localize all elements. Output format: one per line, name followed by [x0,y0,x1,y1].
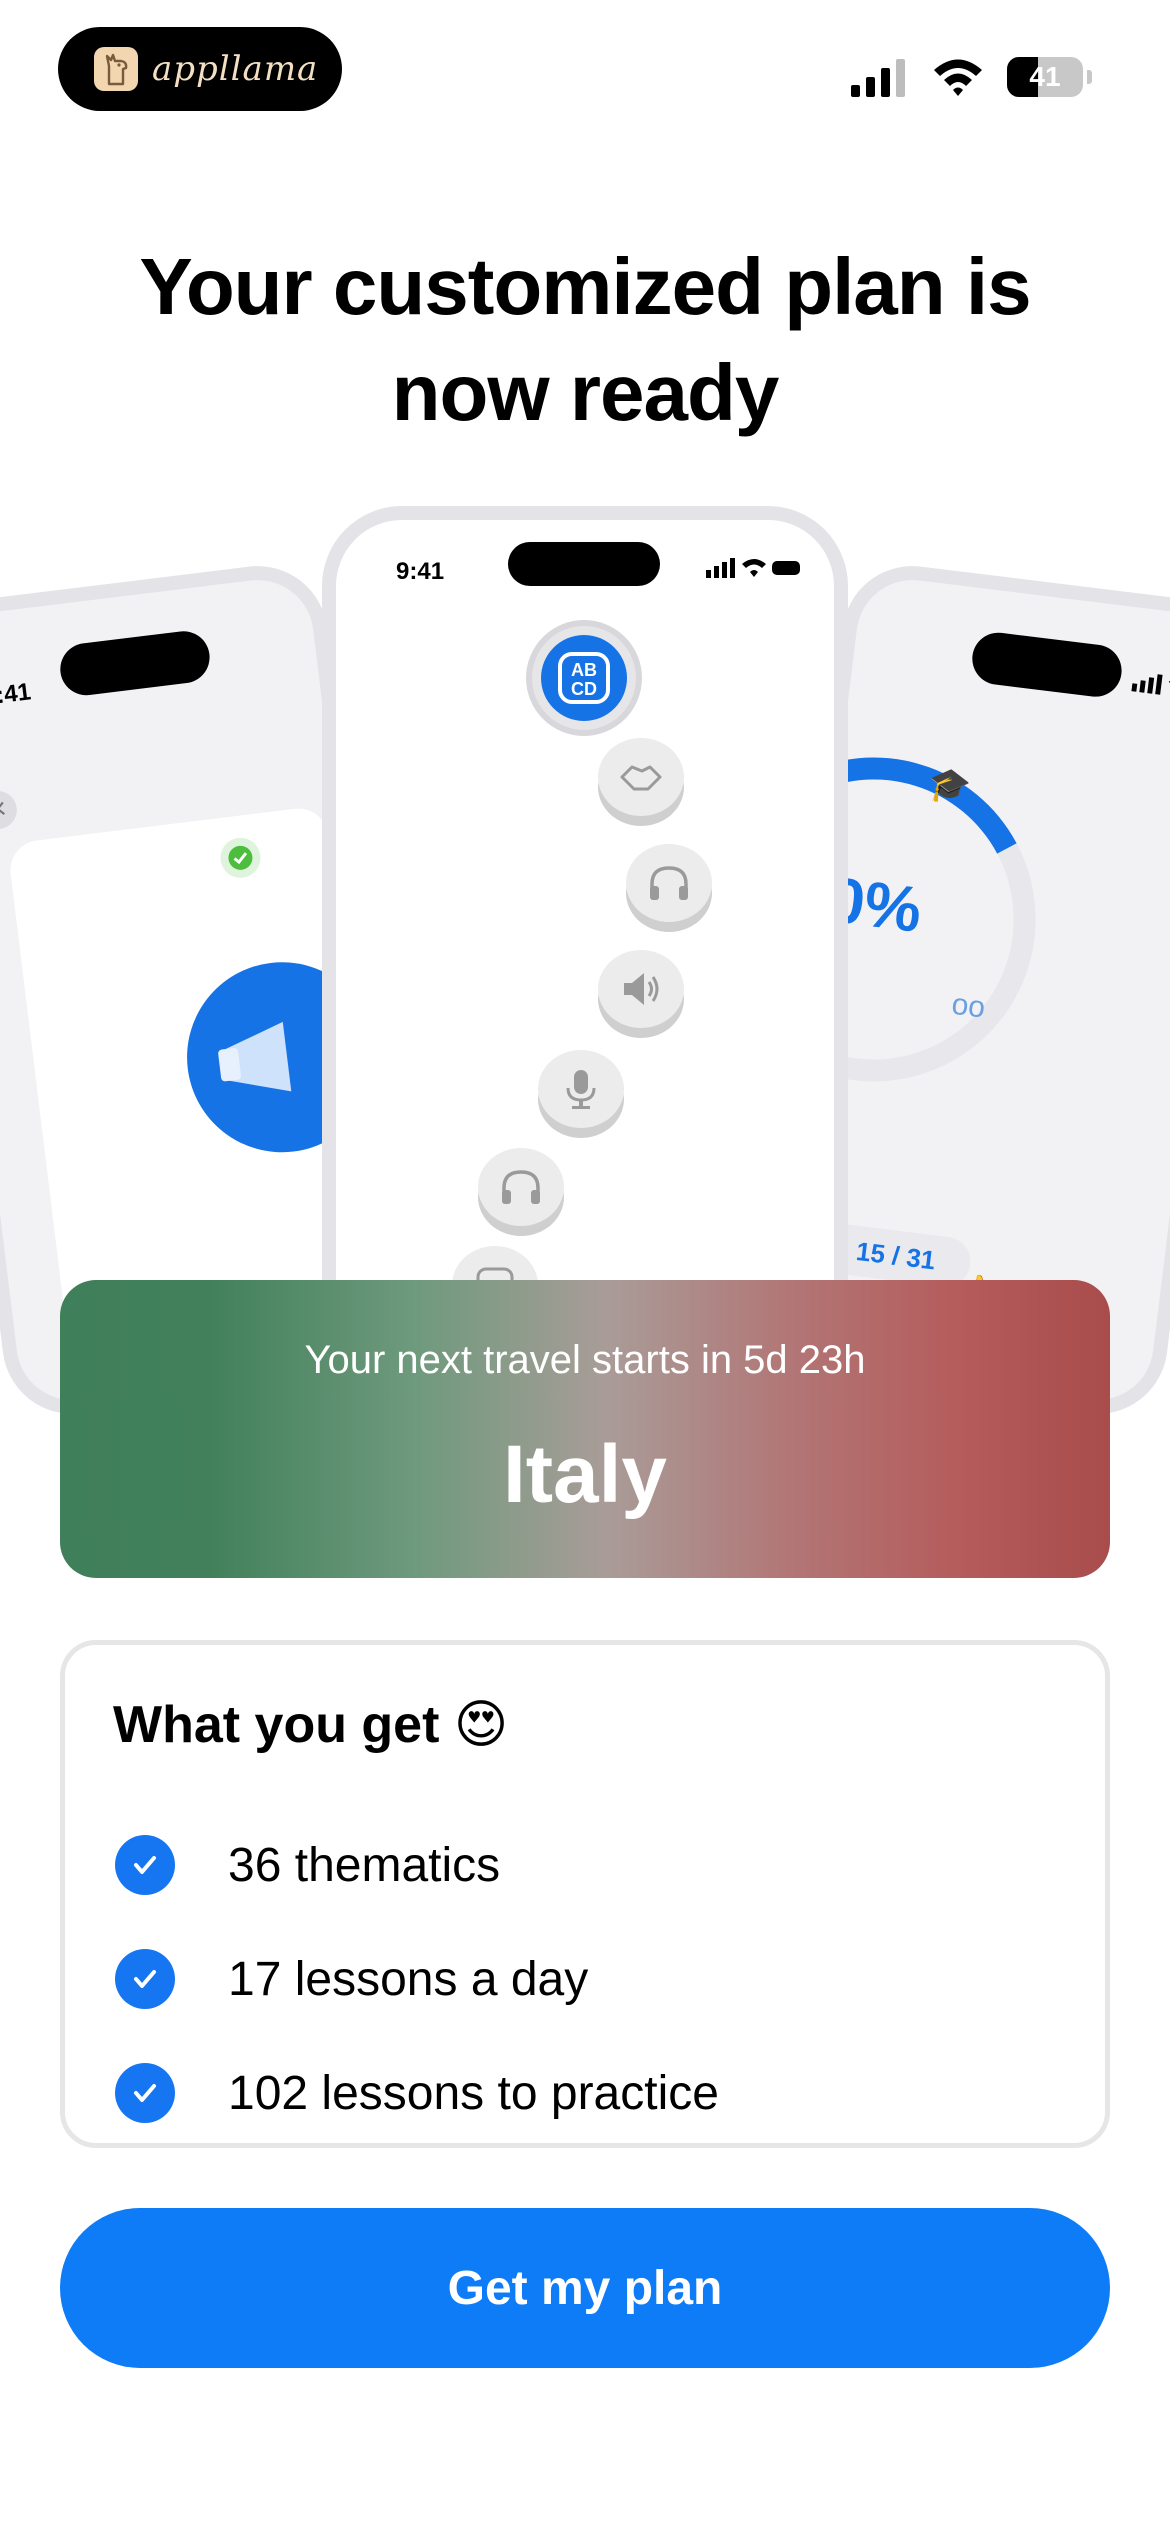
brand-name: appllama [152,49,319,89]
benefit-label: 36 thematics [228,1838,501,1892]
alphabet-icon: AB CD [541,635,627,721]
heart-eyes-emoji-icon: 😍 [453,1696,509,1754]
svg-text:AB: AB [571,660,597,680]
benefits-card: What you get 😍 36 thematics 17 lessons a… [60,1640,1110,2148]
check-badge-icon [218,835,263,881]
benefit-label: 102 lessons to practice [228,2066,719,2120]
dynamic-island-left [57,628,213,699]
travel-countdown: Your next travel starts in 5d 23h [304,1338,866,1382]
eyes-icon: oo [949,987,988,1025]
graduation-cap-icon: 🎓 [926,764,973,808]
mockup-time-left: 9:41 [0,678,33,711]
status-icons-right [1131,674,1170,697]
travel-destination: Italy [502,1429,668,1520]
checkmark-icon [115,1835,175,1895]
benefit-item: 102 lessons to practice [115,2063,719,2123]
brand-pill: appllama [58,27,342,111]
wifi-icon [934,59,982,96]
status-bar: appllama 41 [0,0,1170,150]
phone-mockup-center: 9:41 AB CD [322,506,848,1406]
battery-indicator: 41 [1007,57,1083,97]
benefits-title-text: What you get [113,1696,440,1754]
checkmark-icon [115,1949,175,2009]
page-title: Your customized plan is now ready [139,242,1031,437]
close-icon: × [0,788,19,832]
svg-text:CD: CD [571,679,597,699]
lesson-node-alphabet-active[interactable]: AB CD [526,620,642,736]
battery-level: 41 [1029,61,1061,92]
get-my-plan-button[interactable]: Get my plan [60,2208,1110,2368]
travel-banner: Your next travel starts in 5d 23h Italy [60,1280,1110,1578]
microphone-icon[interactable] [538,1050,624,1128]
headphones-icon[interactable] [478,1148,564,1226]
benefit-label: 17 lessons a day [228,1952,589,2006]
dynamic-island-right [969,629,1125,700]
llama-logo-icon [94,47,138,91]
battery-cap [1087,70,1092,84]
handshake-icon[interactable] [598,738,684,816]
mockup-time-center: 9:41 [396,558,445,585]
progress-counter: 15 / 31 [854,1235,938,1275]
cellular-signal-icon [851,59,905,97]
status-icons: 41 [849,54,1092,100]
checkmark-icon [115,2063,175,2123]
benefit-item: 17 lessons a day [115,1949,588,2009]
speaker-icon[interactable] [598,950,684,1028]
status-icons-center [706,558,800,578]
benefit-item: 36 thematics [115,1835,500,1895]
headphones-icon[interactable] [626,844,712,922]
benefits-title: What you get 😍 [113,1695,508,1755]
dynamic-island-center [508,542,660,586]
